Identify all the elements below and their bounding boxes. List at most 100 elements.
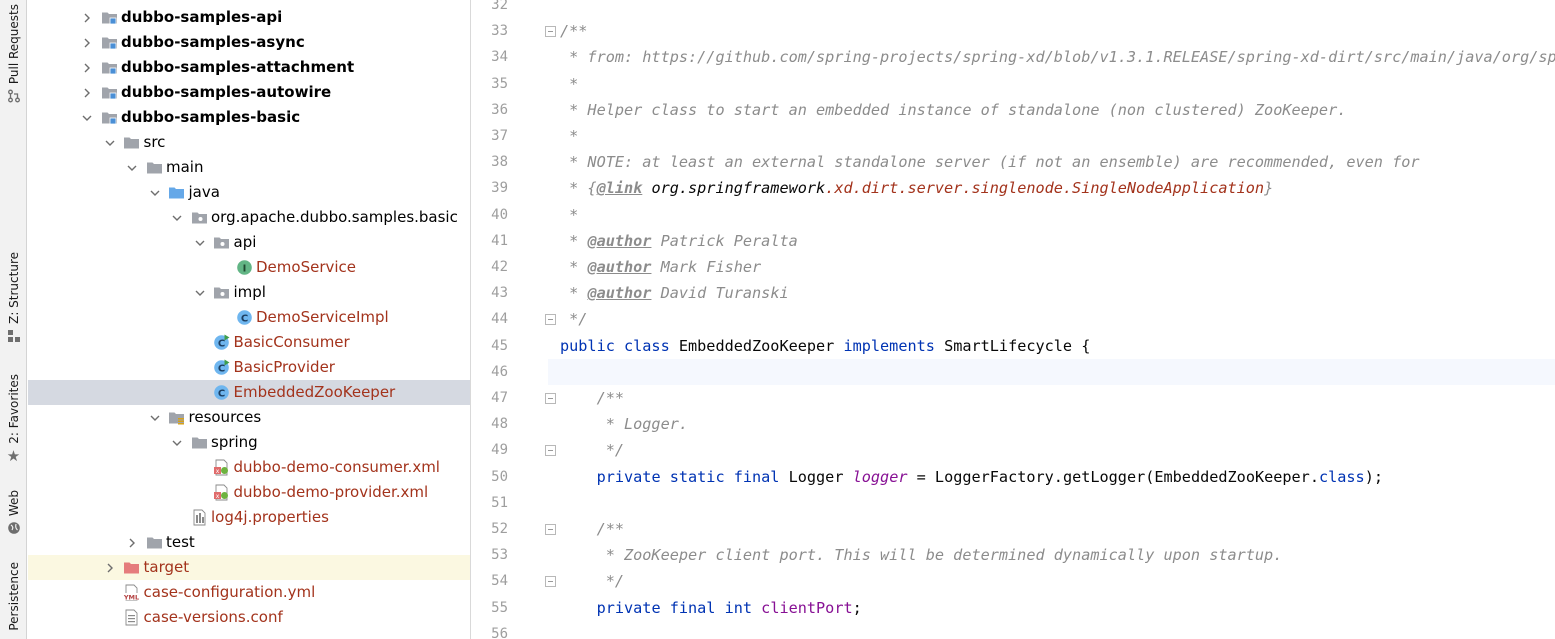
- svg-text:C: C: [218, 363, 225, 374]
- tree-item[interactable]: dubbo-samples-attachment: [28, 55, 470, 80]
- chevron-down-icon[interactable]: [148, 186, 162, 200]
- tree-item[interactable]: java: [28, 180, 470, 205]
- chevron-down-icon[interactable]: [193, 286, 207, 300]
- code-line[interactable]: */: [560, 437, 624, 463]
- code-line[interactable]: * Helper class to start an embedded inst…: [560, 97, 1346, 123]
- code-line[interactable]: * @author Patrick Peralta: [560, 228, 798, 254]
- code-token: */: [560, 572, 625, 591]
- code-line[interactable]: *: [560, 202, 578, 228]
- tree-item[interactable]: org.apache.dubbo.samples.basic: [28, 205, 470, 230]
- line-number: 41: [491, 232, 508, 249]
- chevron-right-icon[interactable]: [125, 536, 139, 550]
- code-line[interactable]: private static final Logger logger = Log…: [560, 464, 1383, 490]
- code-token: * Helper class to start an embedded inst…: [560, 100, 1347, 119]
- structure-tool-button[interactable]: Z: Structure: [0, 252, 27, 344]
- tree-item-label: java: [188, 183, 220, 201]
- code-line[interactable]: /**: [560, 516, 624, 542]
- code-line[interactable]: *: [560, 71, 578, 97]
- tree-item[interactable]: spring: [28, 430, 470, 455]
- chevron-down-icon[interactable]: [170, 436, 184, 450]
- tree-item[interactable]: src: [28, 130, 470, 155]
- tree-item[interactable]: target: [28, 555, 470, 580]
- fold-marker-icon[interactable]: [545, 445, 556, 457]
- chevron-down-icon[interactable]: [80, 111, 94, 125]
- chevron-down-icon[interactable]: [103, 136, 117, 150]
- tree-item[interactable]: I DemoService: [28, 255, 470, 280]
- code-line[interactable]: [548, 358, 1555, 385]
- fold-marker-icon[interactable]: [545, 26, 556, 38]
- chevron-down-icon[interactable]: [148, 411, 162, 425]
- code-line[interactable]: public class EmbeddedZooKeeper implement…: [560, 333, 1090, 359]
- code-token: @author: [587, 231, 652, 250]
- code-line[interactable]: * ZooKeeper client port. This will be de…: [560, 542, 1283, 568]
- code-line[interactable]: * NOTE: at least an external standalone …: [560, 149, 1419, 175]
- code-line[interactable]: */: [560, 568, 624, 594]
- chevron-down-icon[interactable]: [170, 211, 184, 225]
- tree-item-label: dubbo-samples-autowire: [121, 83, 332, 101]
- fold-marker-icon[interactable]: [545, 314, 556, 326]
- tree-item[interactable]: dubbo-samples-basic: [28, 105, 470, 130]
- line-number: 46: [491, 363, 508, 380]
- chevron-right-icon[interactable]: [80, 36, 94, 50]
- package-icon: [190, 209, 208, 227]
- persistence-label: Persistence: [6, 562, 21, 631]
- code-token: SmartLifecycle {: [944, 336, 1091, 355]
- tree-item[interactable]: x dubbo-demo-provider.xml: [28, 480, 470, 505]
- tree-item-label: org.apache.dubbo.samples.basic: [211, 208, 458, 226]
- code-token: /**: [560, 389, 625, 407]
- persistence-tool-button[interactable]: Persistence: [0, 562, 27, 631]
- tree-item[interactable]: api: [28, 230, 470, 255]
- tree-item[interactable]: C BasicConsumer: [28, 330, 470, 355]
- code-line[interactable]: * Logger.: [560, 411, 688, 437]
- code-token: Mark Fisher: [651, 258, 762, 276]
- web-label: Web: [6, 490, 21, 517]
- chevron-right-icon[interactable]: [80, 86, 94, 100]
- tree-item-label: api: [233, 233, 257, 251]
- web-tool-button[interactable]: Web: [0, 490, 27, 536]
- tree-item[interactable]: log4j.properties: [28, 505, 470, 530]
- tree-item-label: dubbo-samples-async: [121, 33, 305, 51]
- chevron-right-icon[interactable]: [80, 61, 94, 75]
- code-line[interactable]: * @author David Turanski: [560, 280, 788, 306]
- tree-item[interactable]: impl: [28, 280, 470, 305]
- line-number: 37: [491, 128, 508, 144]
- tree-item[interactable]: x dubbo-demo-consumer.xml: [28, 455, 470, 480]
- tree-item[interactable]: case-versions.conf: [28, 605, 470, 630]
- tree-item[interactable]: dubbo-samples-autowire: [28, 80, 470, 105]
- tree-item[interactable]: dubbo-samples-api: [28, 5, 470, 30]
- tree-item[interactable]: C EmbeddedZooKeeper: [28, 380, 470, 405]
- chevron-right-icon[interactable]: [103, 561, 117, 575]
- tree-item-label: spring: [211, 433, 258, 451]
- code-line[interactable]: *: [560, 123, 578, 149]
- code-line[interactable]: /**: [560, 385, 624, 411]
- line-number: 35: [491, 75, 508, 92]
- tree-item[interactable]: resources: [28, 405, 470, 430]
- code-line[interactable]: */: [560, 306, 587, 332]
- code-line[interactable]: * from: https://github.com/spring-projec…: [560, 44, 1555, 70]
- chevron-down-icon[interactable]: [193, 236, 207, 250]
- tree-item[interactable]: test: [28, 530, 470, 555]
- tree-item[interactable]: C BasicProvider: [28, 355, 470, 380]
- spring-xml-icon: x: [213, 484, 231, 502]
- fold-marker-icon[interactable]: [545, 576, 556, 588]
- code-line[interactable]: * @author Mark Fisher: [560, 254, 761, 280]
- tree-item[interactable]: main: [28, 155, 470, 180]
- code-line[interactable]: * {@link org.springframework.xd.dirt.ser…: [560, 175, 1273, 201]
- tree-item[interactable]: dubbo-samples-async: [28, 30, 470, 55]
- favorites-tool-button[interactable]: 2: Favorites ★: [0, 374, 27, 464]
- tree-item[interactable]: YML case-configuration.yml: [28, 580, 470, 605]
- code-token: }: [1264, 179, 1274, 198]
- chevron-down-icon[interactable]: [125, 161, 139, 175]
- code-line[interactable]: private final int clientPort;: [560, 595, 862, 621]
- tree-item-label: dubbo-samples-attachment: [121, 58, 355, 76]
- tree-item[interactable]: C DemoServiceImpl: [28, 305, 470, 330]
- code-editor[interactable]: 32 33 34 35 36 37 38 39 40 41 42 43 44 45 46 47 48 49 50 51…: [472, 0, 1555, 639]
- chevron-right-icon[interactable]: [80, 11, 94, 25]
- fold-marker-icon[interactable]: [545, 393, 556, 404]
- code-line[interactable]: /**: [560, 18, 587, 44]
- fold-marker-icon[interactable]: [545, 524, 556, 535]
- pull-requests-tool-button[interactable]: Pull Requests: [0, 4, 27, 104]
- tree-item-label: DemoService: [256, 258, 357, 276]
